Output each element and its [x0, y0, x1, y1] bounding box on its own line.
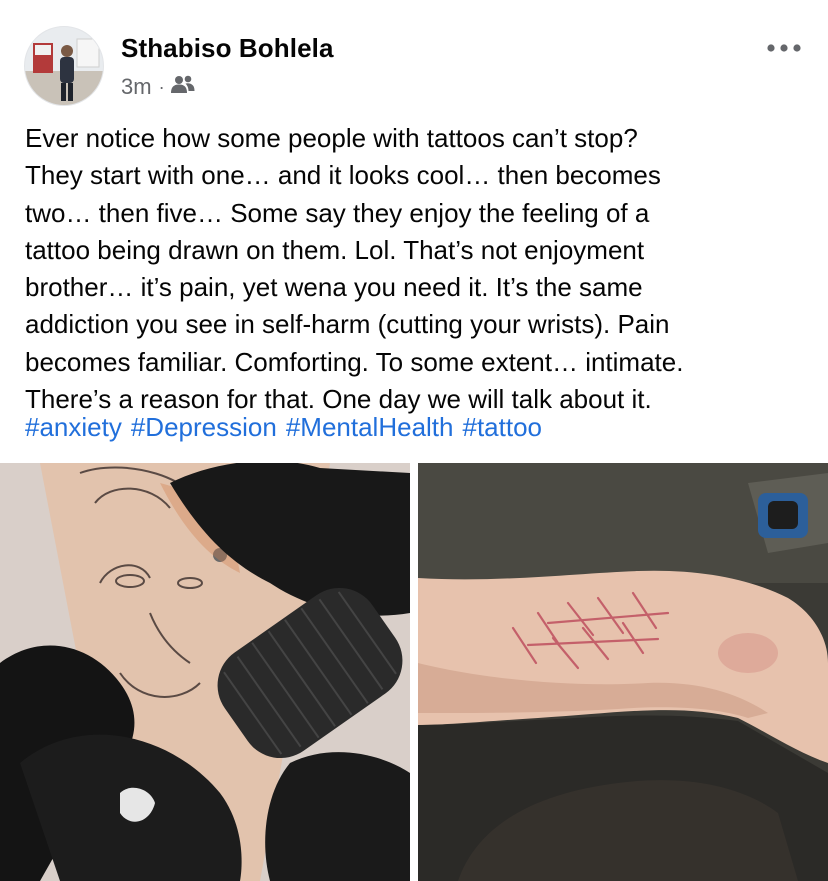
post-header: Sthabiso Bohlela 3m · — [24, 26, 808, 110]
hashtag-mentalhealth[interactable]: #MentalHealth — [286, 412, 454, 442]
post-meta: 3m · — [121, 74, 195, 100]
author-name[interactable]: Sthabiso Bohlela — [121, 33, 334, 64]
more-options-button[interactable] — [764, 36, 804, 60]
hashtag-list: #anxiety #Depression #MentalHealth #tattoo — [25, 409, 551, 446]
wrist-photo[interactable] — [418, 463, 828, 881]
author-avatar[interactable] — [24, 26, 104, 106]
tattoo-being-drawn-image — [0, 463, 410, 881]
post-body-text: Ever notice how some people with tattoos… — [25, 123, 684, 415]
ellipsis-icon — [767, 44, 801, 52]
post-timestamp[interactable]: 3m — [121, 74, 152, 100]
facebook-post: Sthabiso Bohlela 3m · Ever notice how so… — [0, 0, 828, 881]
friends-icon[interactable] — [170, 74, 195, 100]
hashtag-depression[interactable]: #Depression — [131, 412, 277, 442]
hashtag-anxiety[interactable]: #anxiety — [25, 412, 122, 442]
tattoo-photo[interactable] — [0, 463, 410, 881]
hashtag-tattoo[interactable]: #tattoo — [462, 412, 542, 442]
avatar-photo-icon — [25, 27, 103, 105]
scarred-wrist-image — [418, 463, 828, 881]
meta-separator: · — [158, 76, 165, 97]
